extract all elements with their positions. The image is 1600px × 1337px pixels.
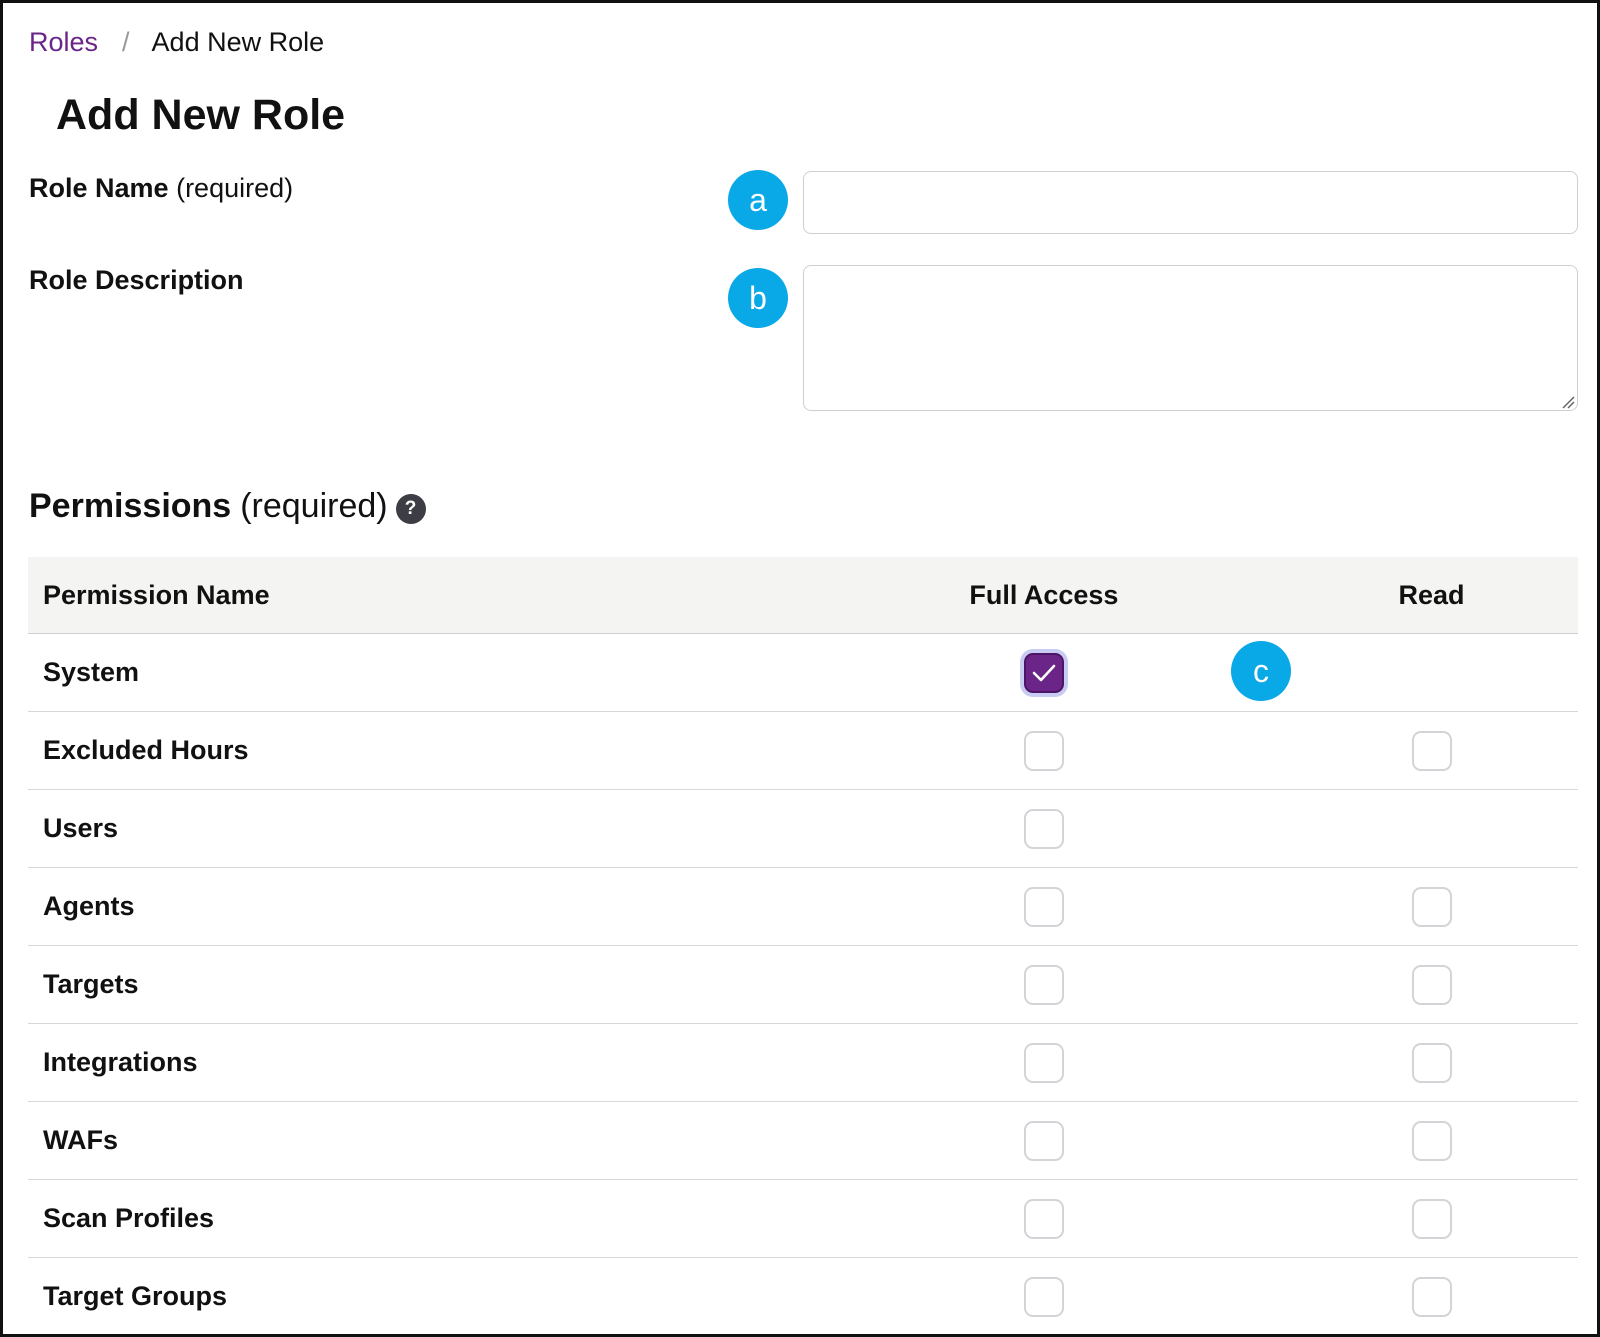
read-checkbox[interactable] (1411, 964, 1452, 1005)
breadcrumb: Roles / Add New Role (29, 27, 324, 58)
permission-name-cell: Target Groups (43, 1281, 228, 1311)
full-access-checkbox[interactable] (1023, 1276, 1064, 1317)
role-name-label-text: Role Name (29, 173, 169, 203)
table-row: WAFs (28, 1102, 1578, 1180)
full-access-cell (897, 886, 1190, 927)
full-access-checkbox[interactable] (1023, 1198, 1064, 1239)
full-access-cell (897, 730, 1190, 771)
check-icon (1032, 664, 1056, 681)
breadcrumb-separator: / (122, 27, 130, 57)
table-row: Targets (28, 946, 1578, 1024)
read-cell (1285, 1120, 1578, 1161)
role-description-label-text: Role Description (29, 265, 244, 295)
full-access-checkbox[interactable] (1023, 730, 1064, 771)
callout-b-badge: b (728, 268, 788, 328)
read-checkbox[interactable] (1411, 1042, 1452, 1083)
permission-name-cell: Integrations (43, 1047, 198, 1077)
table-row: Scan Profiles (28, 1180, 1578, 1258)
breadcrumb-roles-link[interactable]: Roles (29, 27, 98, 58)
table-row: Target Groups (28, 1258, 1578, 1334)
read-cell (1285, 1042, 1578, 1083)
permissions-table: Permission Name Full Access Read System E… (28, 557, 1578, 1334)
permission-name-cell: Users (43, 813, 119, 843)
read-checkbox[interactable] (1411, 886, 1452, 927)
read-cell (1285, 1198, 1578, 1239)
read-cell (1285, 730, 1578, 771)
permission-name-cell: Excluded Hours (43, 735, 249, 765)
full-access-checkbox[interactable] (1023, 1042, 1064, 1083)
permission-name-cell: System (43, 657, 140, 687)
full-access-cell (897, 808, 1190, 849)
table-row: Agents (28, 868, 1578, 946)
role-name-label: Role Name (required) (29, 173, 293, 204)
table-row: Users (28, 790, 1578, 868)
table-body: System Excluded Hours Users Agents Targets In… (28, 634, 1578, 1334)
full-access-checkbox[interactable] (1023, 964, 1064, 1005)
full-access-cell (897, 1120, 1190, 1161)
full-access-checkbox[interactable] (1023, 808, 1064, 849)
breadcrumb-current: Add New Role (151, 27, 325, 57)
callout-a-badge: a (728, 170, 788, 230)
column-header-full-access: Full Access (969, 579, 1119, 610)
permission-name-cell: WAFs (43, 1125, 119, 1155)
role-description-textarea[interactable] (803, 265, 1578, 411)
full-access-checkbox[interactable] (1023, 886, 1064, 927)
full-access-cell (897, 1276, 1190, 1317)
help-icon[interactable]: ? (395, 493, 426, 524)
role-name-input[interactable] (803, 171, 1578, 234)
full-access-cell (897, 1042, 1190, 1083)
full-access-cell (897, 652, 1190, 693)
resize-handle-icon[interactable] (1559, 393, 1575, 409)
table-header-row: Permission Name Full Access Read (28, 557, 1578, 634)
read-checkbox[interactable] (1411, 1198, 1452, 1239)
column-header-read: Read (1398, 579, 1465, 610)
table-row: Integrations (28, 1024, 1578, 1102)
permissions-heading: Permissions (required) ? (29, 487, 426, 526)
column-header-permission-name: Permission Name (43, 579, 270, 610)
permission-name-cell: Scan Profiles (43, 1203, 215, 1233)
permissions-required-text: (required) (240, 487, 388, 525)
permission-name-cell: Targets (43, 969, 139, 999)
full-access-cell (897, 1198, 1190, 1239)
table-row: System (28, 634, 1578, 712)
permission-name-cell: Agents (43, 891, 135, 921)
full-access-checkbox[interactable] (1023, 1120, 1064, 1161)
read-cell (1285, 964, 1578, 1005)
role-description-label: Role Description (29, 265, 244, 296)
callout-c-badge: c (1231, 641, 1291, 701)
full-access-checkbox[interactable] (1023, 652, 1064, 693)
table-row: Excluded Hours (28, 712, 1578, 790)
read-checkbox[interactable] (1411, 1120, 1452, 1161)
page-frame: Roles / Add New Role Add New Role Role N… (0, 0, 1600, 1337)
read-cell (1285, 1276, 1578, 1317)
read-checkbox[interactable] (1411, 730, 1452, 771)
permissions-heading-text: Permissions (29, 487, 232, 525)
role-name-required-text: (required) (176, 173, 294, 203)
read-cell (1285, 886, 1578, 927)
read-checkbox[interactable] (1411, 1276, 1452, 1317)
full-access-cell (897, 964, 1190, 1005)
page-title: Add New Role (56, 91, 346, 139)
